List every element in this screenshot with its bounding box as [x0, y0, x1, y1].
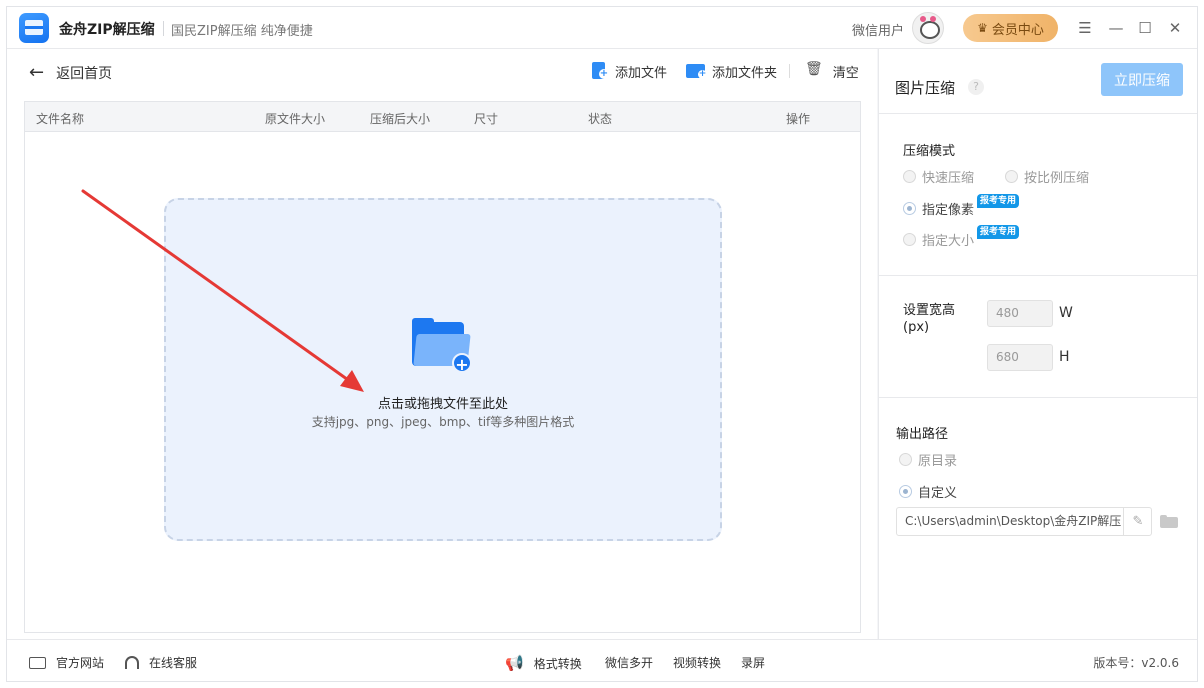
radio-label: 指定大小 [922, 234, 975, 249]
vip-center-label: 会员中心 [991, 22, 1044, 38]
radio-label: 原目录 [918, 454, 958, 469]
app-slogan: 国民ZIP解压缩 纯净便捷 [171, 24, 313, 39]
help-icon[interactable]: ? [968, 79, 984, 95]
clear-button[interactable]: 🗑 清空 [805, 61, 859, 81]
panel-title: 图片压缩 [895, 79, 956, 97]
column-header-compressed-size: 压缩后大小 [370, 112, 431, 126]
size-settings-label: 设置宽高 (px) [903, 302, 955, 336]
browse-folder-icon[interactable] [1160, 515, 1178, 528]
exam-badge: 报考专用 [977, 194, 1020, 208]
add-file-label: 添加文件 [615, 65, 668, 81]
radio-ratio-compress[interactable]: 按比例压缩 [1005, 167, 1089, 186]
drop-zone-title: 点击或拖拽文件至此处 [377, 397, 508, 412]
panel-divider [879, 397, 1197, 398]
compress-now-button[interactable]: 立即压缩 [1101, 63, 1183, 96]
column-header-status: 状态 [588, 112, 613, 126]
size-title: 设置宽高 [903, 303, 956, 318]
radio-dot [899, 485, 912, 498]
add-folder-label: 添加文件夹 [712, 65, 778, 81]
arrow-left-icon: ← [29, 62, 45, 83]
app-window: 金舟ZIP解压缩 国民ZIP解压缩 纯净便捷 微信用户 ♛ 会员中心 ☰ — ☐… [6, 6, 1198, 682]
edit-path-icon[interactable]: ✎ [1123, 507, 1152, 536]
column-header-filename: 文件名称 [36, 112, 85, 126]
column-header-original-size: 原文件大小 [265, 112, 326, 126]
folder-add-large-icon: + [412, 318, 474, 374]
main-content: ← 返回首页 添加文件 添加文件夹 🗑 清空 文件名称 原文件大小 压缩后大小 … [7, 49, 877, 639]
drop-zone-hint: 支持jpg、png、jpeg、bmp、tif等多种图片格式 [311, 415, 575, 429]
settings-panel: 图片压缩 ? 立即压缩 压缩模式 快速压缩 按比例压缩 指定像素 报考专用 指定… [878, 49, 1197, 639]
compress-mode-title: 压缩模式 [903, 144, 956, 159]
column-header-actions: 操作 [786, 112, 811, 126]
screen-record-link[interactable]: 录屏 [741, 654, 765, 671]
height-input[interactable]: 680 [987, 344, 1053, 371]
height-unit: H [1059, 349, 1070, 365]
output-path-field[interactable]: C:\Users\admin\Desktop\金舟ZIP解压 [896, 507, 1152, 536]
vip-center-button[interactable]: ♛ 会员中心 [963, 14, 1058, 42]
drop-zone[interactable]: + 点击或拖拽文件至此处 支持jpg、png、jpeg、bmp、tif等多种图片… [164, 198, 722, 541]
clear-label: 清空 [832, 65, 859, 81]
radio-custom-dir[interactable]: 自定义 [899, 482, 957, 501]
format-convert-link[interactable]: 📢 格式转换 [505, 654, 582, 672]
radio-dot [903, 233, 916, 246]
minimize-icon[interactable]: — [1104, 16, 1128, 40]
back-home-button[interactable]: ← 返回首页 [29, 63, 112, 83]
file-table: 文件名称 原文件大小 压缩后大小 尺寸 状态 操作 + 点击或拖拽文件至此处 支… [24, 101, 861, 633]
width-unit: W [1059, 305, 1073, 321]
radio-fast-compress[interactable]: 快速压缩 [903, 167, 974, 186]
avatar[interactable] [912, 12, 944, 44]
version-label: 版本号：v2.0.6 [1093, 656, 1179, 670]
radio-dot [1005, 170, 1018, 183]
back-home-label: 返回首页 [56, 66, 113, 82]
monitor-icon [29, 656, 46, 669]
add-file-button[interactable]: 添加文件 [589, 61, 667, 81]
radio-label: 按比例压缩 [1024, 171, 1090, 186]
menu-icon[interactable]: ☰ [1073, 16, 1097, 40]
online-support-link[interactable]: 在线客服 [125, 654, 197, 671]
headset-icon [125, 656, 139, 669]
output-path-title: 输出路径 [896, 427, 949, 442]
table-header: 文件名称 原文件大小 压缩后大小 尺寸 状态 操作 [25, 102, 860, 132]
maximize-icon[interactable]: ☐ [1133, 16, 1157, 40]
toolbar-divider [789, 64, 790, 78]
crown-icon: ♛ [977, 21, 988, 35]
folder-add-icon [686, 61, 707, 81]
format-convert-label: 格式转换 [533, 656, 582, 671]
radio-dot [899, 453, 912, 466]
radio-label: 快速压缩 [922, 171, 975, 186]
official-website-label: 官方网站 [56, 656, 105, 670]
radio-label: 指定像素 [922, 203, 975, 218]
radio-label: 自定义 [918, 486, 958, 501]
radio-specify-size[interactable]: 指定大小 [903, 230, 974, 249]
radio-dot [903, 170, 916, 183]
megaphone-icon: 📢 [505, 654, 524, 672]
video-convert-link[interactable]: 视频转换 [673, 654, 721, 671]
user-name[interactable]: 微信用户 [852, 20, 904, 39]
title-divider [163, 21, 164, 36]
wechat-multi-link[interactable]: 微信多开 [605, 654, 653, 671]
size-unit: (px) [903, 320, 930, 335]
trash-icon: 🗑 [805, 61, 823, 77]
radio-original-dir[interactable]: 原目录 [899, 450, 957, 469]
panel-divider [879, 275, 1197, 276]
panel-divider [879, 113, 1197, 114]
exam-badge: 报考专用 [977, 225, 1020, 239]
footer: 官方网站 在线客服 📢 格式转换 微信多开 视频转换 录屏 版本号：v2.0.6 [7, 639, 1197, 681]
column-header-dimensions: 尺寸 [474, 112, 499, 126]
radio-specify-pixels[interactable]: 指定像素 [903, 199, 974, 218]
close-icon[interactable]: ✕ [1163, 16, 1187, 40]
online-support-label: 在线客服 [149, 656, 198, 670]
file-add-icon [589, 61, 609, 81]
width-input[interactable]: 480 [987, 300, 1053, 327]
radio-dot [903, 202, 916, 215]
add-folder-button[interactable]: 添加文件夹 [686, 61, 777, 81]
title-bar: 金舟ZIP解压缩 国民ZIP解压缩 纯净便捷 微信用户 ♛ 会员中心 ☰ — ☐… [7, 7, 1197, 49]
app-name: 金舟ZIP解压缩 [59, 22, 155, 38]
app-logo-icon [19, 13, 49, 43]
official-website-link[interactable]: 官方网站 [29, 654, 104, 671]
